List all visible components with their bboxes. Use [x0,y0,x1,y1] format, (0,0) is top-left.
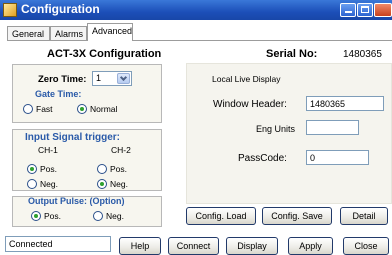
config-save-button[interactable]: Config. Save [262,207,332,225]
radio-icon [23,103,33,114]
ch1-pos-radio[interactable]: Pos. [27,163,57,174]
eng-units-input[interactable] [306,120,359,135]
live-display-title: Local Live Display [212,74,281,84]
close-window-button[interactable] [374,3,392,17]
tab-alarms[interactable]: Alarms [50,26,87,41]
window-header-label: Window Header: [213,99,287,110]
radio-icon [27,178,37,189]
radio-selected-icon [27,163,37,174]
maximize-button[interactable] [357,3,373,17]
tab-advanced[interactable]: Advanced [87,23,133,41]
eng-units-label: Eng Units [256,124,296,134]
connect-button[interactable]: Connect [168,237,219,255]
minimize-button[interactable] [340,3,356,17]
radio-selected-icon [77,103,87,114]
output-pulse-label: Output Pulse: (Option) [28,196,125,206]
detail-button[interactable]: Detail [340,207,388,225]
help-button[interactable]: Help [119,237,161,255]
close-button[interactable]: Close [343,237,389,255]
window-header-input[interactable]: 1480365 [306,96,384,111]
radio-icon [97,163,107,174]
input-signal-label: Input Signal trigger: [25,132,120,143]
ch1-label: CH-1 [38,145,58,155]
status-field: Connected [5,236,111,252]
radio-icon [93,210,103,221]
display-button[interactable]: Display [226,237,278,255]
zero-time-label: Zero Time: [38,74,87,85]
ch1-neg-radio[interactable]: Neg. [27,178,58,189]
app-icon [3,3,17,17]
zero-time-value: 1 [96,73,102,83]
output-pulse-neg-radio[interactable]: Neg. [93,210,124,221]
gate-time-normal-radio[interactable]: Normal [77,103,117,114]
ch2-label: CH-2 [111,145,131,155]
passcode-input[interactable]: 0 [306,150,369,165]
ch2-pos-radio[interactable]: Pos. [97,163,127,174]
config-load-button[interactable]: Config. Load [186,207,256,225]
radio-selected-icon [97,178,107,189]
serial-value: 1480365 [343,49,382,60]
tab-general[interactable]: General [7,26,50,41]
gate-time-fast-radio[interactable]: Fast [23,103,53,114]
ch2-neg-radio[interactable]: Neg. [97,178,128,189]
chevron-down-icon[interactable] [117,73,130,84]
config-heading: ACT-3X Configuration [47,48,162,60]
serial-label: Serial No: [266,48,318,60]
output-pulse-pos-radio[interactable]: Pos. [31,210,61,221]
title-bar: Configuration [0,0,392,20]
maximize-icon [361,6,369,13]
window-title: Configuration [21,2,100,16]
minimize-icon [345,11,352,13]
zero-time-select[interactable]: 1 [92,71,132,86]
apply-button[interactable]: Apply [288,237,333,255]
radio-selected-icon [31,210,41,221]
passcode-label: PassCode: [238,153,287,164]
gate-time-label: Gate Time: [35,89,82,99]
